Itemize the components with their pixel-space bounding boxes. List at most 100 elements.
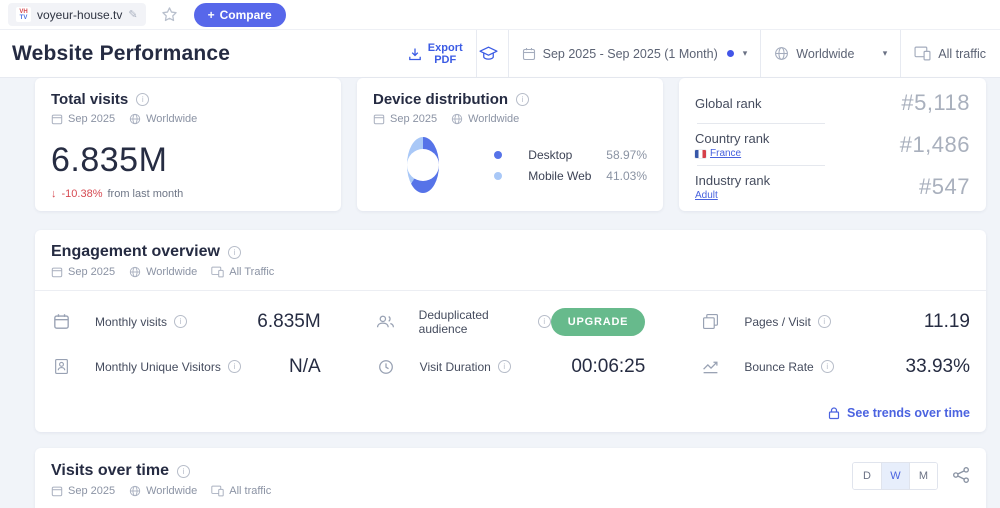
subtitle-geo: Worldwide (468, 113, 519, 125)
legend-value: 41.03% (606, 169, 647, 183)
trend-icon (700, 359, 720, 374)
info-icon[interactable]: i (136, 93, 149, 106)
compare-label: Compare (220, 8, 272, 22)
export-pdf-label: ExportPDF (428, 42, 463, 66)
country-rank-row: Country rank France #1,486 (695, 124, 970, 166)
id-card-icon (51, 358, 71, 375)
subtitle-traffic: All traffic (229, 485, 271, 497)
header-controls: ExportPDF Sep 2025 - Sep 2025 (1 Month) … (395, 30, 1000, 77)
site-favicon: VH TV (16, 7, 31, 22)
granularity-day-button[interactable]: D (853, 463, 881, 489)
traffic-label: All traffic (938, 47, 986, 61)
calendar-icon (51, 113, 63, 125)
down-arrow-icon: ↓ (51, 188, 57, 200)
page-header: Website Performance ExportPDF Sep 2025 -… (0, 30, 1000, 78)
info-icon[interactable]: i (818, 315, 831, 328)
chevron-down-icon: ▾ (883, 48, 888, 59)
chevron-down-icon: ▾ (743, 48, 748, 59)
global-rank-value: #5,118 (901, 90, 970, 116)
metric-label: Visit Duration (420, 360, 491, 374)
upgrade-button[interactable]: UPGRADE (551, 308, 646, 336)
granularity-toggle: D W M (852, 462, 938, 490)
total-visits-change: ↓ -10.38% from last month (51, 188, 325, 200)
subtitle-geo: Worldwide (146, 113, 197, 125)
date-status-dot (727, 50, 734, 57)
france-flag-icon (695, 150, 706, 158)
metric-label: Monthly visits (95, 315, 167, 329)
visits-over-time-title: Visits over time (51, 462, 169, 480)
download-icon (408, 47, 422, 61)
info-icon[interactable]: i (228, 246, 241, 259)
device-donut-hole (407, 149, 439, 181)
device-distribution-title: Device distribution (373, 91, 508, 108)
globe-icon (129, 113, 141, 125)
export-pdf-button[interactable]: ExportPDF (395, 30, 476, 77)
industry-link[interactable]: Adult (695, 190, 718, 201)
mobile-dot-icon (494, 172, 502, 180)
metric-label: Pages / Visit (744, 315, 810, 329)
engagement-overview-card: Engagement overview i Sep 2025 Worldwide… (35, 230, 986, 432)
learn-graduation-cap-icon[interactable] (476, 30, 508, 77)
globe-icon (129, 485, 141, 497)
industry-rank-value: #547 (919, 174, 970, 200)
devices-icon (211, 485, 224, 497)
calendar-icon (51, 485, 63, 497)
plus-icon: + (208, 8, 215, 22)
subtitle-traffic: All Traffic (229, 266, 274, 278)
metric-bounce-rate: Bounce Rate i 33.93% (700, 344, 970, 389)
country-rank-label: Country rank (695, 131, 769, 146)
metric-value: 11.19 (924, 311, 970, 333)
metric-value: N/A (289, 356, 321, 378)
date-range-picker[interactable]: Sep 2025 - Sep 2025 (1 Month) ▾ (508, 30, 761, 77)
edit-pencil-icon[interactable]: ✎ (128, 8, 137, 21)
device-distribution-card: Device distribution i Sep 2025 Worldwide… (357, 78, 663, 211)
calendar-icon (51, 266, 63, 278)
country-rank-value: #1,486 (900, 132, 970, 158)
compare-button[interactable]: + Compare (194, 3, 286, 27)
subtitle-date: Sep 2025 (390, 113, 437, 125)
metric-value: 33.93% (906, 356, 970, 378)
devices-icon (914, 46, 931, 61)
info-icon[interactable]: i (177, 465, 190, 478)
country-link[interactable]: France (710, 148, 741, 159)
info-icon[interactable]: i (516, 93, 529, 106)
geo-selector[interactable]: Worldwide ▾ (760, 30, 900, 77)
ranks-card: Global rank #5,118 Country rank France #… (679, 78, 986, 211)
metric-label: Monthly Unique Visitors (95, 360, 221, 374)
see-trends-label: See trends over time (847, 406, 970, 420)
page-title: Website Performance (0, 42, 230, 66)
lock-icon (828, 406, 840, 420)
metric-deduplicated-audience: Deduplicated audience i UPGRADE (376, 299, 646, 344)
info-icon[interactable]: i (821, 360, 834, 373)
globe-icon (451, 113, 463, 125)
site-domain: voyeur-house.tv (37, 8, 122, 22)
site-tab[interactable]: VH TV voyeur-house.tv ✎ (8, 3, 146, 26)
metric-label: Bounce Rate (744, 360, 813, 374)
clock-icon (376, 359, 396, 375)
metric-monthly-unique-visitors: Monthly Unique Visitors i N/A (51, 344, 321, 389)
globe-icon (129, 266, 141, 278)
traffic-selector[interactable]: All traffic (900, 30, 1000, 77)
visits-over-time-card: Visits over time i Sep 2025 Worldwide Al… (35, 448, 986, 508)
global-rank-label: Global rank (695, 96, 761, 111)
info-icon[interactable]: i (498, 360, 511, 373)
favorite-star-icon[interactable] (161, 6, 178, 23)
subtitle-geo: Worldwide (146, 485, 197, 497)
granularity-month-button[interactable]: M (909, 463, 937, 489)
visits-over-time-subtitle: Sep 2025 Worldwide All traffic (51, 485, 271, 497)
see-trends-link[interactable]: See trends over time (35, 389, 986, 420)
metric-label: Deduplicated audience (419, 308, 531, 336)
metric-value: 00:06:25 (571, 356, 645, 378)
granularity-week-button[interactable]: W (881, 463, 909, 489)
people-icon (376, 314, 395, 329)
info-icon[interactable]: i (174, 315, 187, 328)
metric-value: 6.835M (257, 311, 320, 333)
desktop-dot-icon (494, 151, 502, 159)
total-visits-title: Total visits (51, 91, 128, 108)
legend-label: Desktop (528, 148, 606, 162)
info-icon[interactable]: i (538, 315, 551, 328)
legend-item-mobile: Mobile Web 41.03% (494, 169, 647, 183)
info-icon[interactable]: i (228, 360, 241, 373)
device-distribution-subtitle: Sep 2025 Worldwide (373, 113, 647, 125)
share-icon[interactable] (952, 466, 970, 484)
